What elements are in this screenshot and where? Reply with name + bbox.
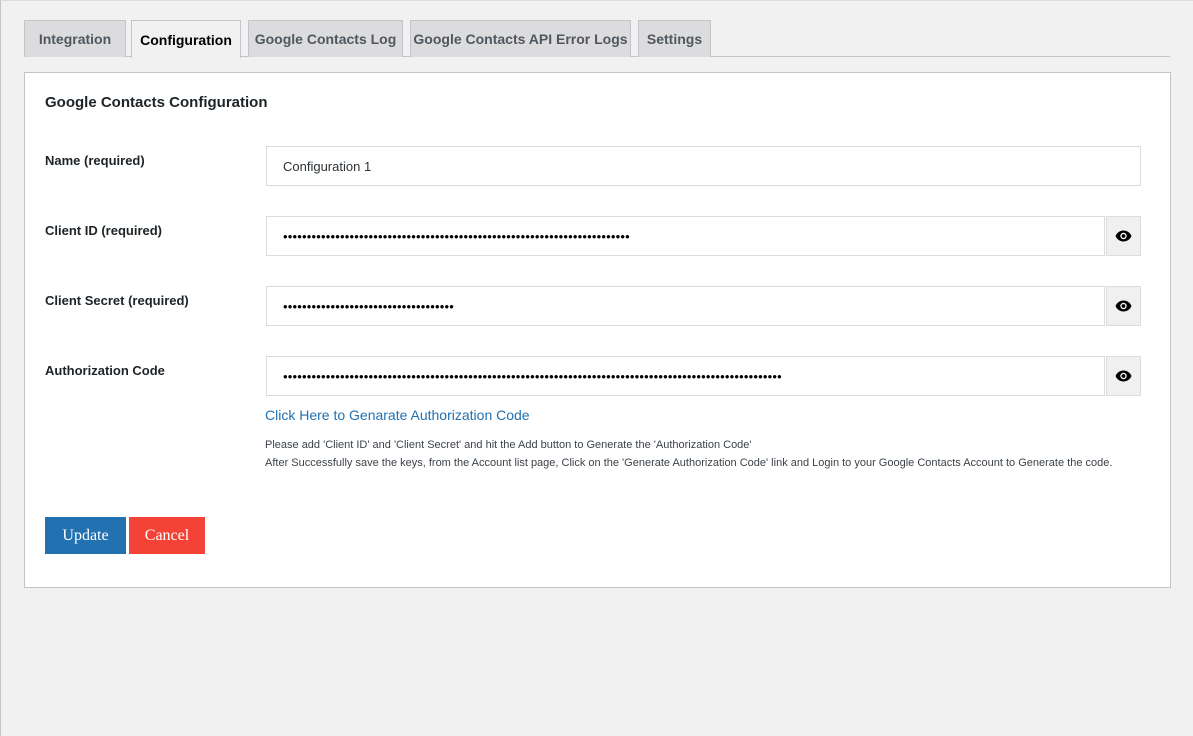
auth-code-label: Authorization Code xyxy=(45,363,165,378)
client-id-reveal-button[interactable] xyxy=(1106,216,1141,256)
tab-settings[interactable]: Settings xyxy=(638,20,711,57)
cancel-button[interactable]: Cancel xyxy=(129,517,205,554)
update-button[interactable]: Update xyxy=(45,517,126,554)
auth-code-reveal-button[interactable] xyxy=(1106,356,1141,396)
client-secret-label: Client Secret (required) xyxy=(45,293,189,308)
eye-icon xyxy=(1115,300,1132,312)
name-label: Name (required) xyxy=(45,153,145,168)
help-line-2: After Successfully save the keys, from t… xyxy=(265,457,1113,469)
eye-icon xyxy=(1115,370,1132,382)
auth-code-input[interactable]: ••••••••••••••••••••••••••••••••••••••••… xyxy=(266,356,1105,396)
generate-auth-code-link[interactable]: Click Here to Genarate Authorization Cod… xyxy=(265,407,530,423)
eye-icon xyxy=(1115,230,1132,242)
panel-title: Google Contacts Configuration xyxy=(45,94,268,111)
tab-api-error-logs[interactable]: Google Contacts API Error Logs xyxy=(410,20,631,57)
help-line-1: Please add 'Client ID' and 'Client Secre… xyxy=(265,439,752,451)
name-input[interactable]: Configuration 1 xyxy=(266,146,1141,186)
tab-google-contacts-log[interactable]: Google Contacts Log xyxy=(248,20,403,57)
page-frame: Integration Configuration Google Contact… xyxy=(0,0,1193,736)
help-text: Please add 'Client ID' and 'Client Secre… xyxy=(265,436,1145,472)
tab-bar: Integration Configuration Google Contact… xyxy=(24,20,1170,58)
client-id-input[interactable]: ••••••••••••••••••••••••••••••••••••••••… xyxy=(266,216,1105,256)
configuration-panel: Google Contacts Configuration Name (requ… xyxy=(24,72,1171,588)
tab-integration[interactable]: Integration xyxy=(24,20,126,57)
client-secret-reveal-button[interactable] xyxy=(1106,286,1141,326)
client-id-label: Client ID (required) xyxy=(45,223,163,238)
client-secret-input[interactable]: •••••••••••••••••••••••••••••••••••• xyxy=(266,286,1105,326)
tab-configuration[interactable]: Configuration xyxy=(131,20,241,58)
